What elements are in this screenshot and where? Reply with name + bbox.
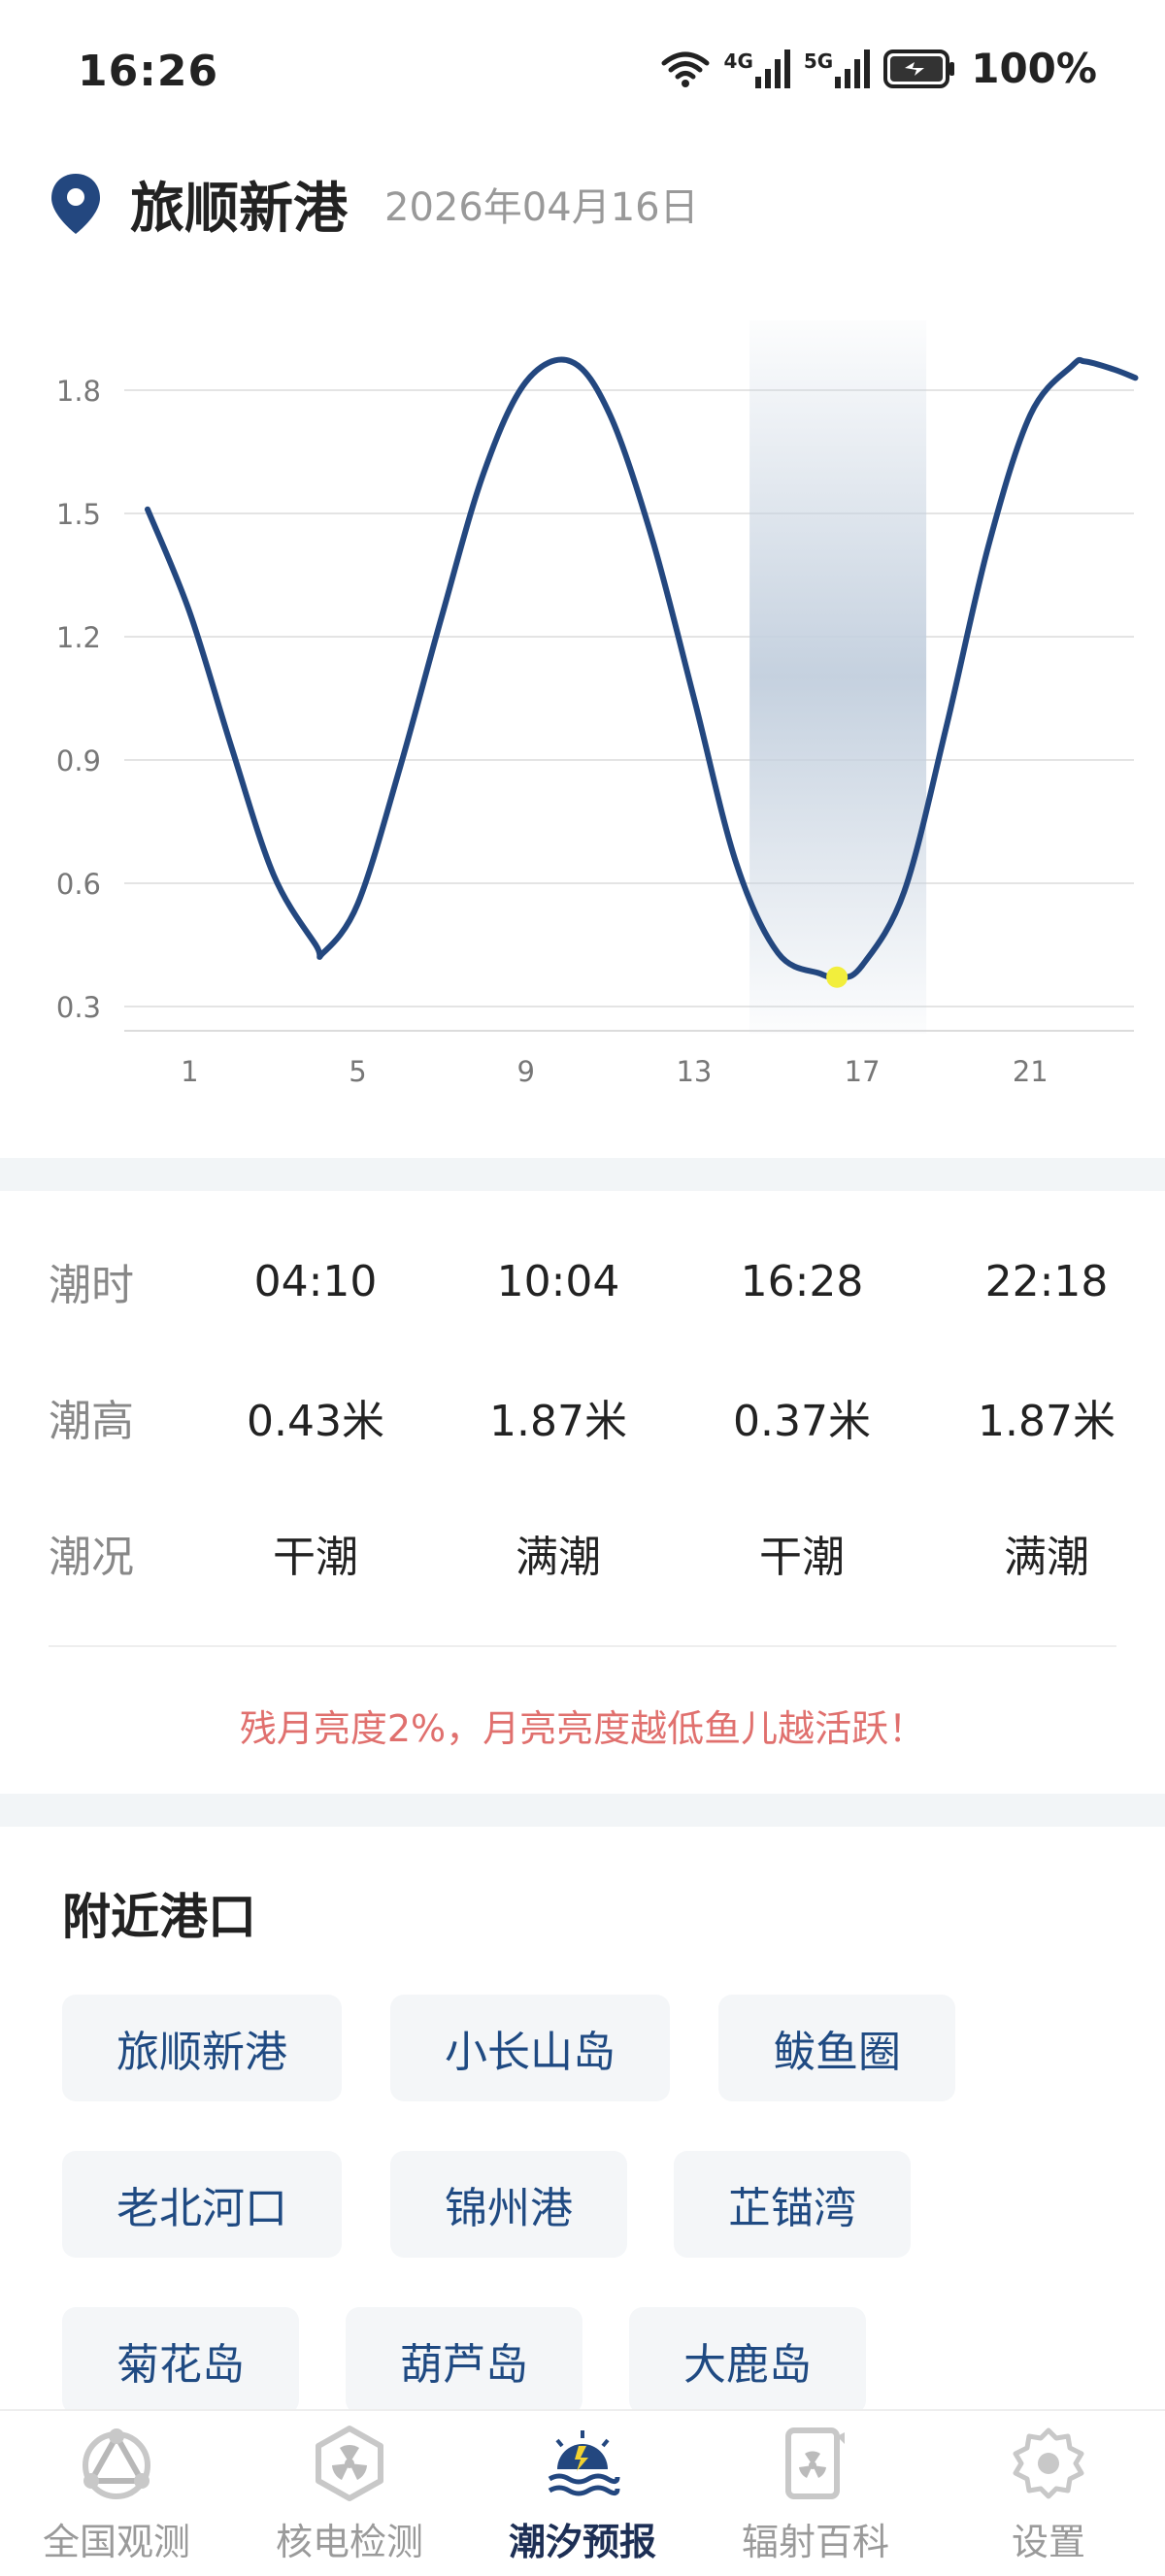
port-chip[interactable]: 锦州港 — [390, 2151, 627, 2258]
y-tick-label: 0.3 — [56, 991, 101, 1024]
location-pin-icon — [51, 174, 100, 234]
port-title[interactable]: 旅顺新港 — [130, 165, 348, 244]
tide-chart: 1.8 1.5 1.2 0.9 0.6 0.3 1 5 9 13 17 21 — [56, 320, 1139, 1088]
sunrise-waves-icon — [548, 2430, 620, 2496]
table-divider — [49, 1645, 1116, 1647]
tide-cell: 满潮 — [1004, 1533, 1089, 1582]
nav-item-tide[interactable]: 潮汐预报 — [485, 2425, 680, 2565]
signal-5g-icon: 5G — [803, 49, 871, 88]
battery-icon — [883, 49, 955, 88]
date-label[interactable]: 2026年04月16日 — [384, 176, 699, 232]
port-chip[interactable]: 小长山岛 — [390, 1995, 670, 2101]
tide-cell: 22:18 — [984, 1256, 1109, 1306]
tide-cell: 干潮 — [273, 1533, 358, 1582]
nav-item-settings[interactable]: 设置 — [951, 2425, 1146, 2565]
y-axis-labels: 1.8 1.5 1.2 0.9 0.6 0.3 — [56, 375, 101, 1024]
net2-label: 5G — [803, 49, 834, 73]
nav-label: 全国观测 — [42, 2521, 190, 2563]
nav-label: 潮汐预报 — [508, 2521, 656, 2563]
port-chip[interactable]: 菊花岛 — [62, 2307, 299, 2414]
port-chip[interactable]: 鲅鱼圈 — [718, 1995, 955, 2101]
tide-row-label: 潮时 — [49, 1261, 134, 1310]
tide-curve — [145, 356, 1139, 981]
section-divider — [0, 1794, 1165, 1827]
y-tick-label: 0.6 — [56, 868, 101, 901]
y-tick-label: 1.8 — [56, 375, 101, 408]
tide-cell: 0.43米 — [247, 1397, 384, 1446]
tide-cell: 0.37米 — [733, 1397, 871, 1446]
y-tick-label: 0.9 — [56, 744, 101, 777]
signal-4g-icon: 4G — [723, 49, 790, 88]
tide-cell: 1.87米 — [978, 1397, 1115, 1446]
nav-label: 核电检测 — [275, 2521, 423, 2563]
port-chip[interactable]: 老北河口 — [62, 2151, 342, 2258]
status-bar: 16:26 4G 5G 100% — [0, 0, 1165, 146]
tide-row-label: 潮况 — [49, 1533, 134, 1582]
x-axis-labels: 1 5 9 13 17 21 — [181, 1055, 1048, 1088]
status-time: 16:26 — [78, 47, 219, 96]
nav-label: 辐射百科 — [741, 2521, 889, 2563]
tide-cell: 04:10 — [253, 1256, 378, 1306]
radiation-hexagon-icon — [316, 2426, 383, 2501]
x-tick-label: 21 — [1013, 1055, 1048, 1088]
nav-label: 设置 — [1011, 2521, 1085, 2563]
port-chip[interactable]: 芷锚湾 — [674, 2151, 911, 2258]
tide-cell: 1.87米 — [489, 1397, 627, 1446]
nav-item-encyclopedia[interactable]: 辐射百科 — [718, 2425, 913, 2565]
tide-cell: 16:28 — [740, 1256, 864, 1306]
battery-percent: 100% — [971, 45, 1097, 92]
section-divider — [0, 1158, 1165, 1191]
tide-row: 潮况 干潮 满潮 干潮 满潮 — [0, 1514, 1165, 1592]
moon-tip: 残月亮度2%，月亮亮度越低鱼儿越活跃！ — [239, 1707, 926, 1750]
y-tick-label: 1.5 — [56, 498, 101, 531]
nav-item-national[interactable]: 全国观测 — [19, 2425, 214, 2565]
x-tick-label: 13 — [676, 1055, 712, 1088]
current-time-highlight — [749, 320, 927, 1034]
gear-icon — [1013, 2427, 1084, 2499]
port-chip[interactable]: 葫芦岛 — [346, 2307, 582, 2414]
y-tick-label: 1.2 — [56, 621, 101, 654]
tide-cell: 满潮 — [516, 1533, 601, 1582]
nav-item-nuclear[interactable]: 核电检测 — [252, 2425, 447, 2565]
radiation-book-icon — [785, 2427, 845, 2499]
x-tick-label: 9 — [516, 1055, 534, 1088]
tide-cell: 干潮 — [759, 1533, 845, 1582]
x-tick-label: 5 — [349, 1055, 366, 1088]
port-chip[interactable]: 旅顺新港 — [62, 1995, 342, 2101]
x-tick-label: 17 — [845, 1055, 881, 1088]
port-chip[interactable]: 大鹿岛 — [629, 2307, 866, 2414]
bottom-navigation: 全国观测 核电检测 潮汐预报 辐射百科 设置 — [0, 2409, 1165, 2576]
status-icons: 4G 5G 100% — [660, 45, 1097, 92]
wifi-icon — [661, 51, 710, 87]
network-triangle-icon — [83, 2428, 150, 2499]
chart-grid — [124, 389, 1134, 1032]
tide-row-label: 潮高 — [49, 1397, 134, 1446]
nearby-ports-title: 附近港口 — [62, 1889, 256, 1945]
tide-row: 潮时 04:10 10:04 16:28 22:18 — [0, 1242, 1165, 1320]
current-time-dot — [826, 966, 849, 988]
location-header: 旅顺新港 2026年04月16日 — [49, 165, 699, 243]
tide-row: 潮高 0.43米 1.87米 0.37米 1.87米 — [0, 1378, 1165, 1456]
x-tick-label: 1 — [181, 1055, 198, 1088]
tide-cell: 10:04 — [496, 1256, 620, 1306]
net1-label: 4G — [723, 49, 753, 73]
